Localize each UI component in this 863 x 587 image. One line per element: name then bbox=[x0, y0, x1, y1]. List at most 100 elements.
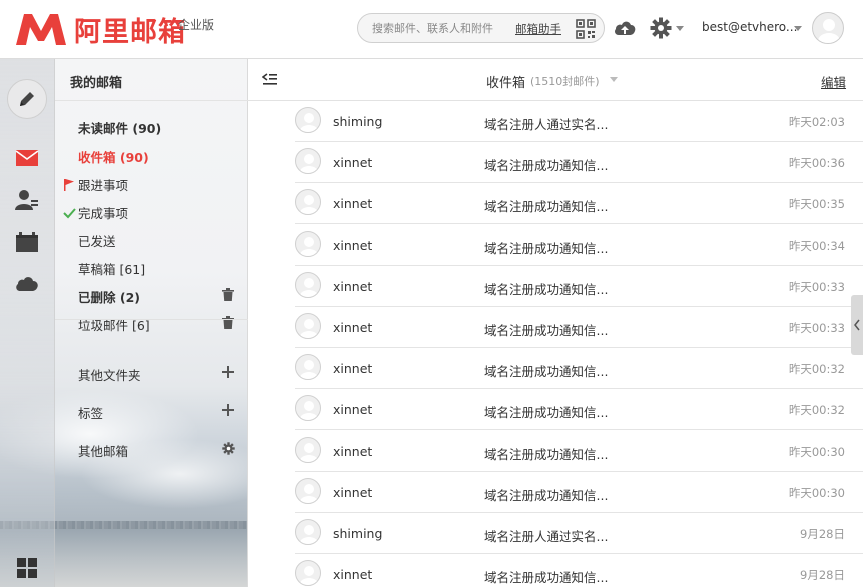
folder-spam[interactable]: 垃圾邮件 [6] bbox=[78, 315, 150, 334]
mail-sender: xinnet bbox=[333, 237, 373, 253]
folders-title: 我的邮箱 bbox=[70, 76, 123, 91]
folder-sent[interactable]: 已发送 bbox=[78, 231, 116, 250]
mail-sender: shiming bbox=[333, 114, 383, 129]
compose-button[interactable] bbox=[7, 79, 47, 119]
user-avatar-icon bbox=[818, 19, 840, 43]
avatar bbox=[295, 148, 321, 175]
mail-row[interactable]: xinnet 域名注册成功通知信... 昨天00:36 bbox=[295, 142, 863, 184]
folder-deleted[interactable]: 已删除 (2) bbox=[78, 287, 140, 306]
flag-icon bbox=[64, 179, 74, 191]
icon-rail bbox=[0, 59, 55, 587]
gear-icon[interactable] bbox=[222, 442, 235, 455]
gear-icon bbox=[650, 17, 672, 39]
mail-row[interactable]: xinnet 域名注册成功通知信... 昨天00:33 bbox=[295, 307, 863, 348]
mail-row[interactable]: xinnet 域名注册成功通知信... 昨天00:32 bbox=[295, 389, 863, 431]
folder-follow-up[interactable]: 跟进事项 bbox=[78, 175, 128, 194]
user-avatar-icon bbox=[300, 566, 318, 586]
mail-row[interactable]: xinnet 域名注册成功通知信... 昨天00:33 bbox=[295, 266, 863, 307]
avatar bbox=[295, 230, 321, 257]
folder-pane: 我的邮箱 未读邮件 (90) 收件箱 (90) 跟进事项 完成事项 已发送 草稿… bbox=[55, 59, 248, 587]
mail-date: 昨天00:30 bbox=[788, 444, 845, 459]
avatar bbox=[295, 189, 321, 216]
trash-icon[interactable] bbox=[222, 288, 234, 301]
logo[interactable]: 阿里邮箱 bbox=[14, 10, 186, 48]
user-avatar-icon bbox=[300, 442, 318, 462]
search-input[interactable] bbox=[372, 14, 500, 42]
mail-icon[interactable] bbox=[15, 147, 39, 169]
user-email[interactable]: best@etvhero... bbox=[702, 20, 797, 34]
user-avatar-icon bbox=[300, 195, 318, 215]
mail-date: 昨天00:32 bbox=[788, 403, 845, 418]
chevron-down-icon[interactable] bbox=[794, 26, 802, 31]
mail-date: 昨天00:33 bbox=[788, 321, 845, 335]
folder-inbox[interactable]: 收件箱 (90) bbox=[78, 147, 149, 166]
mail-row[interactable]: xinnet 域名注册成功通知信... 昨天00:30 bbox=[295, 472, 863, 513]
mail-subject: 域名注册人通过实名... bbox=[484, 117, 609, 132]
calendar-icon[interactable] bbox=[15, 231, 39, 253]
folder-done[interactable]: 完成事项 bbox=[78, 203, 128, 222]
mail-subject: 域名注册成功通知信... bbox=[484, 199, 609, 215]
mail-date: 昨天00:36 bbox=[788, 156, 845, 171]
check-icon bbox=[63, 208, 76, 219]
grid-icon[interactable] bbox=[16, 557, 38, 579]
cloud-icon[interactable] bbox=[15, 273, 39, 295]
folder-drafts[interactable]: 草稿箱 [61] bbox=[78, 259, 145, 278]
cloud-upload-icon[interactable] bbox=[613, 17, 637, 39]
user-avatar-icon bbox=[300, 277, 318, 297]
mail-row[interactable]: xinnet 域名注册成功通知信... 9月28日 bbox=[295, 554, 863, 587]
mail-subject: 域名注册成功通知信... bbox=[484, 323, 609, 338]
mail-sender: xinnet bbox=[333, 278, 373, 294]
avatar bbox=[295, 560, 321, 587]
mail-date: 昨天00:34 bbox=[788, 238, 845, 253]
contacts-icon[interactable] bbox=[15, 189, 39, 211]
edit-button[interactable]: 编辑 bbox=[821, 72, 846, 91]
collapse-sidebar-icon[interactable] bbox=[262, 72, 278, 86]
settings-menu[interactable] bbox=[650, 15, 686, 41]
folder-other-mailboxes[interactable]: 其他邮箱 bbox=[78, 441, 128, 460]
mail-row[interactable]: xinnet 域名注册成功通知信... 昨天00:35 bbox=[295, 183, 863, 225]
avatar bbox=[295, 271, 321, 298]
mail-row[interactable]: xinnet 域名注册成功通知信... 昨天00:30 bbox=[295, 431, 863, 472]
expand-panel-tab[interactable] bbox=[851, 295, 863, 355]
avatar bbox=[295, 354, 321, 381]
qr-code-icon[interactable] bbox=[576, 19, 596, 39]
divider bbox=[55, 319, 248, 320]
pencil-icon bbox=[20, 92, 34, 106]
list-title[interactable]: 收件箱 bbox=[486, 72, 525, 91]
mail-subject: 域名注册成功通知信... bbox=[484, 281, 609, 297]
plus-icon[interactable] bbox=[222, 366, 234, 378]
user-avatar-icon bbox=[300, 360, 318, 380]
mail-subject: 域名注册成功通知信... bbox=[484, 240, 609, 256]
mail-subject: 域名注册成功通知信... bbox=[484, 446, 609, 462]
chevron-down-icon bbox=[676, 25, 684, 31]
plus-icon[interactable] bbox=[222, 404, 234, 416]
edition-label: 企业版 bbox=[178, 18, 215, 32]
avatar bbox=[295, 436, 321, 463]
mail-date: 昨天00:35 bbox=[788, 197, 845, 212]
folder-tags[interactable]: 标签 bbox=[78, 403, 103, 422]
folder-other-folders[interactable]: 其他文件夹 bbox=[78, 365, 141, 384]
mail-row[interactable]: shiming 域名注册人通过实名... 昨天02:03 bbox=[295, 101, 863, 142]
folder-unread[interactable]: 未读邮件 (90) bbox=[78, 118, 161, 137]
mail-date: 昨天02:03 bbox=[788, 115, 845, 129]
avatar[interactable] bbox=[812, 12, 844, 44]
user-avatar-icon bbox=[300, 154, 318, 174]
mail-subject: 域名注册成功通知信... bbox=[484, 158, 609, 174]
mail-date: 昨天00:32 bbox=[788, 362, 845, 377]
mail-row[interactable]: xinnet 域名注册成功通知信... 昨天00:32 bbox=[295, 348, 863, 390]
chevron-down-icon[interactable] bbox=[610, 77, 618, 82]
mail-sender: xinnet bbox=[333, 196, 373, 212]
mail-row[interactable]: shiming 域名注册人通过实名... 9月28日 bbox=[295, 513, 863, 554]
trash-icon[interactable] bbox=[222, 316, 234, 329]
avatar bbox=[295, 519, 321, 545]
avatar bbox=[295, 107, 321, 133]
top-header: 阿里邮箱 企业版 邮箱助手 bbox=[0, 0, 863, 59]
chevron-left-icon bbox=[854, 319, 860, 331]
mail-sender: xinnet bbox=[333, 402, 373, 418]
mail-subject: 域名注册人通过实名... bbox=[484, 529, 609, 544]
mail-sender: xinnet bbox=[333, 155, 373, 171]
user-avatar-icon bbox=[300, 113, 318, 132]
mail-subject: 域名注册成功通知信... bbox=[484, 364, 609, 380]
mail-row[interactable]: xinnet 域名注册成功通知信... 昨天00:34 bbox=[295, 225, 863, 266]
mail-helper-link[interactable]: 邮箱助手 bbox=[515, 21, 561, 37]
